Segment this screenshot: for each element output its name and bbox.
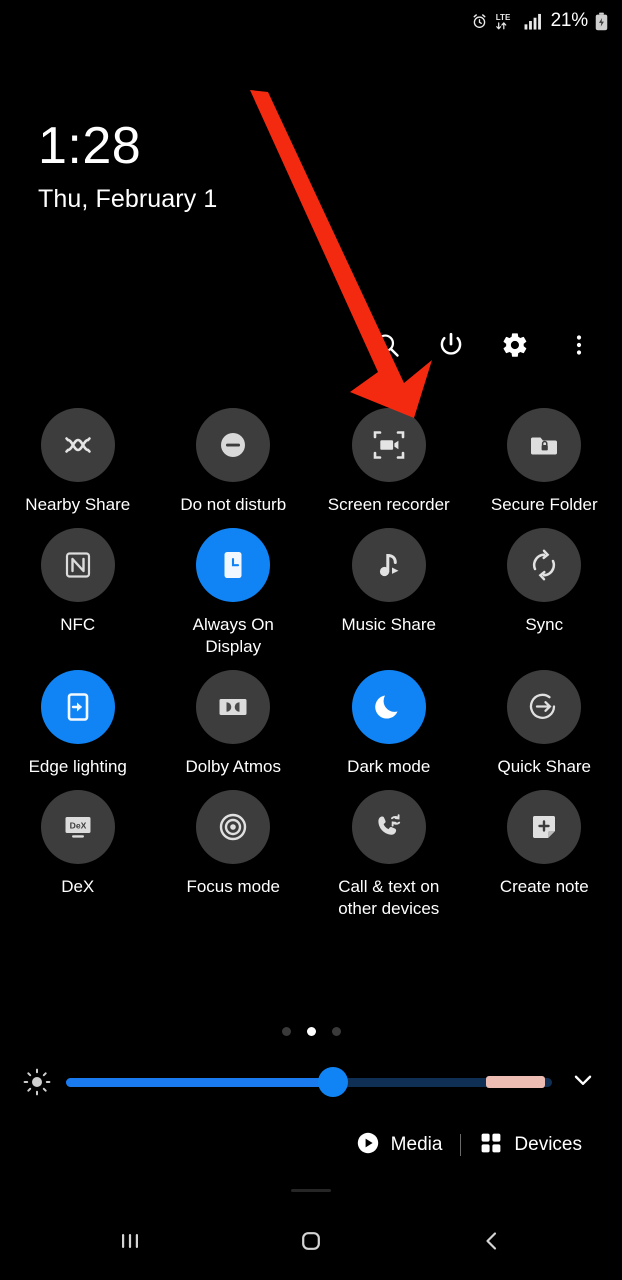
minus-circle-icon <box>215 427 251 463</box>
back-chevron-icon <box>479 1228 505 1259</box>
tile-label: Edge lighting <box>28 757 127 776</box>
lock-folder-icon <box>526 427 562 463</box>
tile-label: DeX <box>61 877 95 896</box>
dex-monitor-icon: DeX <box>60 809 96 845</box>
brightness-sun-icon <box>22 1067 52 1097</box>
tile-label: Secure Folder <box>490 495 598 514</box>
clock-block: 1:28 Thu, February 1 <box>38 118 217 214</box>
brightness-slider[interactable] <box>66 1067 552 1097</box>
tile-label: Create note <box>499 877 589 896</box>
power-button[interactable] <box>434 330 468 364</box>
tile-create-note[interactable]: Create note <box>467 790 622 920</box>
moon-icon <box>372 690 406 724</box>
tile-music-share[interactable]: Music Share <box>311 528 467 658</box>
media-button[interactable]: Media <box>356 1131 443 1160</box>
panel-drag-handle[interactable] <box>291 1189 331 1192</box>
status-bar: LTE 21% <box>0 0 622 42</box>
quick-settings-tiles: Nearby Share Do not disturb Screen recor… <box>0 408 622 920</box>
footer-separator <box>460 1134 462 1156</box>
page-indicator <box>0 1027 622 1036</box>
signal-bars-icon <box>524 13 543 30</box>
page-dot-1[interactable] <box>281 1027 291 1036</box>
tile-dex[interactable]: DeX DeX <box>0 790 156 920</box>
dex-icon-label: DeX <box>69 821 86 831</box>
nearby-share-icon <box>60 427 96 463</box>
tile-label: NFC <box>60 615 96 634</box>
media-label: Media <box>390 1134 443 1155</box>
tile-label: Screen recorder <box>327 495 450 514</box>
alarm-icon <box>471 13 488 30</box>
tile-label: Call & text on other devices <box>338 877 440 918</box>
home-square-icon <box>298 1228 324 1259</box>
tile-label: Sync <box>525 615 564 634</box>
tile-call-text-other-devices[interactable]: Call & text on other devices <box>311 790 467 920</box>
battery-percent-label: 21% <box>550 10 589 31</box>
tile-dolby-atmos[interactable]: Dolby Atmos <box>156 670 312 778</box>
music-share-icon <box>372 548 406 582</box>
tile-label: Music Share <box>341 615 436 634</box>
tile-label: Nearby Share <box>25 495 131 514</box>
lte-data-arrows-icon: LTE <box>495 12 517 31</box>
lte-label: LTE <box>495 13 510 22</box>
tile-nfc[interactable]: NFC <box>0 528 156 658</box>
devices-button[interactable]: Devices <box>479 1131 582 1160</box>
slider-track <box>66 1077 552 1087</box>
brightness-expand-button[interactable] <box>566 1065 600 1099</box>
more-options-button[interactable] <box>562 330 596 364</box>
chevron-down-icon <box>570 1067 596 1098</box>
clock-date: Thu, February 1 <box>38 185 218 213</box>
edge-lighting-icon <box>61 690 95 724</box>
play-circle-icon <box>356 1131 380 1160</box>
settings-button[interactable] <box>498 330 532 364</box>
call-text-sync-icon <box>371 809 407 845</box>
tile-label: Always On Display <box>192 615 274 656</box>
recents-bars-icon <box>117 1228 143 1259</box>
sync-icon <box>527 548 561 582</box>
page-dot-2[interactable] <box>306 1027 316 1036</box>
recents-button[interactable] <box>100 1217 160 1269</box>
tile-label: Focus mode <box>186 877 281 896</box>
tile-label: Dolby Atmos <box>185 757 281 776</box>
home-button[interactable] <box>281 1217 341 1269</box>
slider-auto-segment <box>486 1076 545 1088</box>
slider-thumb[interactable] <box>318 1067 349 1097</box>
slider-fill <box>66 1077 334 1087</box>
tile-dark-mode[interactable]: Dark mode <box>311 670 467 778</box>
tile-secure-folder[interactable]: Secure Folder <box>467 408 622 516</box>
tile-sync[interactable]: Sync <box>467 528 622 658</box>
create-note-icon <box>527 810 561 844</box>
search-icon <box>373 331 401 364</box>
page-dot-3[interactable] <box>331 1027 341 1036</box>
nfc-icon <box>61 548 95 582</box>
panel-footer: Media Devices <box>0 1124 622 1166</box>
header-actions <box>370 330 596 364</box>
three-dots-vertical-icon <box>567 331 591 364</box>
tile-label: Do not disturb <box>180 495 287 514</box>
screen-recorder-icon <box>370 426 408 464</box>
tile-nearby-share[interactable]: Nearby Share <box>0 408 156 516</box>
tile-focus-mode[interactable]: Focus mode <box>156 790 312 920</box>
devices-label: Devices <box>514 1134 582 1155</box>
power-icon <box>437 331 465 364</box>
tile-screen-recorder[interactable]: Screen recorder <box>311 408 467 516</box>
quick-settings-panel: LTE 21% 1:28 Thu, February 1 Nearby Shar… <box>0 0 622 1280</box>
tile-edge-lighting[interactable]: Edge lighting <box>0 670 156 778</box>
back-button[interactable] <box>462 1217 522 1269</box>
always-on-display-icon <box>216 548 250 582</box>
focus-target-icon <box>215 809 251 845</box>
quick-share-icon <box>526 689 562 725</box>
tile-label: Dark mode <box>347 757 431 776</box>
tile-label: Quick Share <box>497 757 592 776</box>
tile-do-not-disturb[interactable]: Do not disturb <box>156 408 312 516</box>
search-button[interactable] <box>370 330 404 364</box>
clock-time: 1:28 <box>38 117 142 175</box>
tile-quick-share[interactable]: Quick Share <box>467 670 622 778</box>
dolby-atmos-icon <box>215 689 251 725</box>
brightness-row <box>0 1060 622 1104</box>
gear-icon <box>501 331 529 364</box>
navigation-bar <box>0 1206 622 1280</box>
battery-icon <box>595 12 608 31</box>
tile-always-on-display[interactable]: Always On Display <box>156 528 312 658</box>
grid-squares-icon <box>479 1131 503 1160</box>
